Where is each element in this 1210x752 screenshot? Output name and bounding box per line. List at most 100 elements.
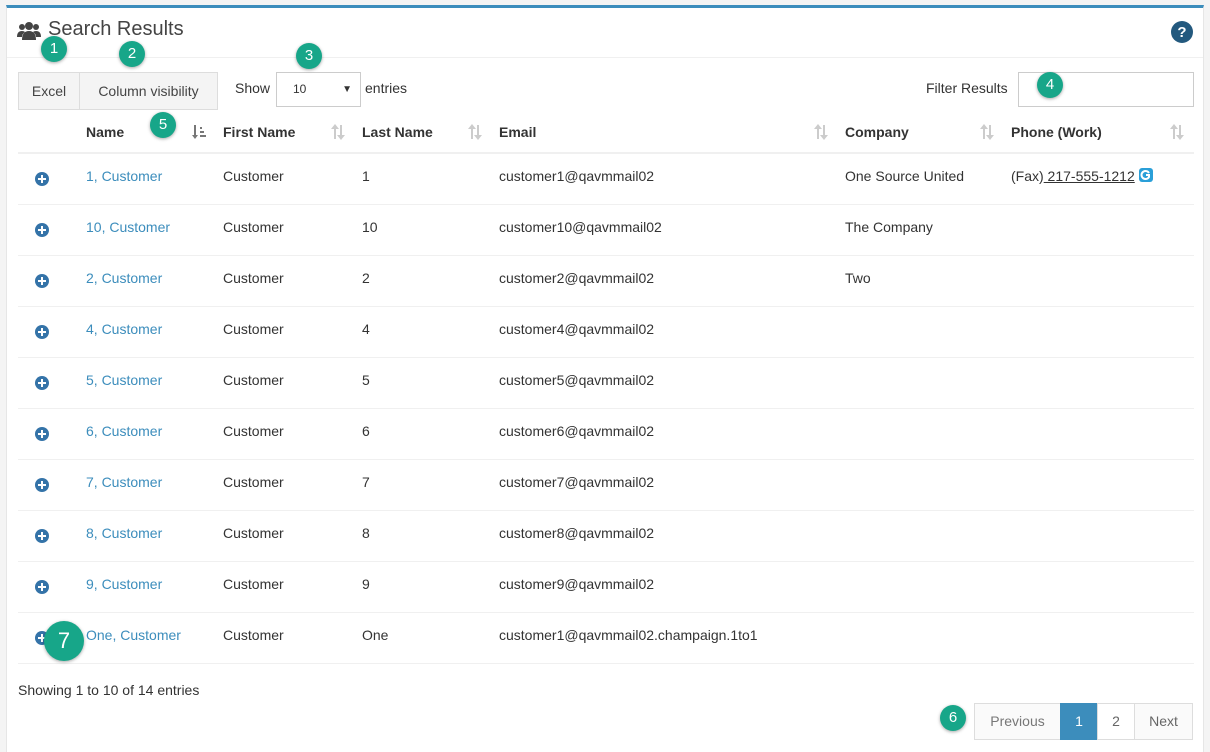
phone-work-cell: [1004, 204, 1194, 256]
expand-cell: [18, 357, 79, 409]
excel-export-button[interactable]: Excel: [18, 72, 80, 110]
plus-circle-icon[interactable]: [34, 222, 50, 238]
table-row: 9, Customer Customer 9 customer9@qavmmail02: [18, 561, 1194, 613]
customer-name-link[interactable]: 4, Customer: [86, 321, 162, 337]
last-name-cell: 7: [355, 459, 492, 511]
first-name-cell: Customer: [216, 255, 355, 307]
email-cell: customer1@qavmmail02.champaign.1to1: [492, 612, 838, 664]
expand-cell: [18, 153, 79, 205]
company-cell: Two: [838, 255, 1004, 307]
previous-page-button[interactable]: Previous: [974, 703, 1061, 740]
plus-circle-icon[interactable]: [34, 426, 50, 442]
plus-circle-icon[interactable]: [34, 579, 50, 595]
sort-ascending-icon: [192, 125, 206, 139]
customer-name-link[interactable]: 10, Customer: [86, 219, 170, 235]
last-name-cell: 2: [355, 255, 492, 307]
first-name-cell: Customer: [216, 561, 355, 613]
column-header-company[interactable]: Company: [838, 112, 1004, 154]
click-to-call-icon[interactable]: [1138, 168, 1153, 182]
customer-name-link[interactable]: 6, Customer: [86, 423, 162, 439]
plus-circle-icon[interactable]: [34, 477, 50, 493]
table-info-text: Showing 1 to 10 of 14 entries: [18, 682, 200, 698]
customer-name-link[interactable]: 2, Customer: [86, 270, 162, 286]
annotation-badge-3: 3: [296, 43, 322, 69]
panel-header: Search Results ?: [7, 8, 1203, 58]
column-header-last-name[interactable]: Last Name: [355, 112, 492, 154]
results-table: Name First Name Last Name Email Company: [18, 112, 1194, 664]
column-header-name[interactable]: Name: [79, 112, 216, 154]
entries-per-page-select[interactable]: 10 ▼: [276, 72, 361, 107]
annotation-badge-1: 1: [41, 36, 67, 62]
name-cell: 7, Customer: [79, 459, 216, 511]
company-cell: [838, 408, 1004, 460]
name-cell: 1, Customer: [79, 153, 216, 205]
first-name-cell: Customer: [216, 459, 355, 511]
last-name-cell: 1: [355, 153, 492, 205]
customer-name-link[interactable]: 7, Customer: [86, 474, 162, 490]
table-row: 10, Customer Customer 10 customer10@qavmmai…: [18, 204, 1194, 256]
last-name-cell: 8: [355, 510, 492, 562]
first-name-cell: Customer: [216, 612, 355, 664]
company-cell: [838, 510, 1004, 562]
page-2-button[interactable]: 2: [1097, 703, 1135, 740]
column-header-first-name[interactable]: First Name: [216, 112, 355, 154]
phone-work-cell: [1004, 357, 1194, 409]
customer-name-link[interactable]: 5, Customer: [86, 372, 162, 388]
column-visibility-button[interactable]: Column visibility: [79, 72, 218, 110]
page-1-button[interactable]: 1: [1060, 703, 1098, 740]
first-name-cell: Customer: [216, 357, 355, 409]
table-header-row: Name First Name Last Name Email Company: [18, 112, 1194, 154]
email-cell: customer5@qavmmail02: [492, 357, 838, 409]
customer-name-link[interactable]: One, Customer: [86, 627, 181, 643]
customer-name-link[interactable]: 9, Customer: [86, 576, 162, 592]
entries-select-value: 10: [293, 82, 307, 96]
name-cell: 8, Customer: [79, 510, 216, 562]
question-circle-icon[interactable]: ?: [1171, 21, 1193, 43]
last-name-cell: 4: [355, 306, 492, 358]
sort-both-icon: [814, 124, 828, 140]
company-cell: [838, 612, 1004, 664]
phone-work-cell: [1004, 408, 1194, 460]
company-cell: [838, 357, 1004, 409]
users-icon: [17, 22, 41, 40]
filter-label: Filter Results: [926, 80, 1008, 96]
plus-circle-icon[interactable]: [34, 324, 50, 340]
plus-circle-icon[interactable]: [34, 171, 50, 187]
column-header-email[interactable]: Email: [492, 112, 838, 154]
company-cell: The Company: [838, 204, 1004, 256]
annotation-badge-7: 7: [44, 621, 84, 661]
svg-text:?: ?: [1177, 24, 1186, 41]
table-row: 2, Customer Customer 2 customer2@qavmmail02…: [18, 255, 1194, 307]
customer-name-link[interactable]: 1, Customer: [86, 168, 162, 184]
expand-cell: [18, 510, 79, 562]
email-cell: customer4@qavmmail02: [492, 306, 838, 358]
expand-cell: [18, 255, 79, 307]
expand-cell: [18, 561, 79, 613]
plus-circle-icon[interactable]: [34, 528, 50, 544]
phone-work-cell: [1004, 510, 1194, 562]
name-cell: 5, Customer: [79, 357, 216, 409]
email-cell: customer9@qavmmail02: [492, 561, 838, 613]
page-title: Search Results: [48, 18, 184, 40]
last-name-cell: 9: [355, 561, 492, 613]
name-cell: 6, Customer: [79, 408, 216, 460]
name-cell: 9, Customer: [79, 561, 216, 613]
email-cell: customer2@qavmmail02: [492, 255, 838, 307]
expand-cell: [18, 306, 79, 358]
column-header-phone-work[interactable]: Phone (Work): [1004, 112, 1194, 154]
next-page-button[interactable]: Next: [1134, 703, 1193, 740]
show-label: Show: [235, 80, 271, 96]
phone-number[interactable]: 217-555-1212: [1044, 168, 1135, 184]
pagination: Previous 1 2 Next: [974, 703, 1193, 740]
phone-work-cell: (Fax) 217-555-1212: [1004, 153, 1194, 205]
table-row: 8, Customer Customer 8 customer8@qavmmail02: [18, 510, 1194, 562]
plus-circle-icon[interactable]: [34, 375, 50, 391]
plus-circle-icon[interactable]: [34, 273, 50, 289]
customer-name-link[interactable]: 8, Customer: [86, 525, 162, 541]
sort-both-icon: [468, 124, 482, 140]
annotation-badge-2: 2: [119, 41, 145, 67]
table-row: 6, Customer Customer 6 customer6@qavmmail02: [18, 408, 1194, 460]
caret-down-icon: ▼: [342, 84, 352, 95]
search-results-panel: Search Results ? Excel Column visibility…: [6, 5, 1204, 752]
sort-both-icon: [980, 124, 994, 140]
